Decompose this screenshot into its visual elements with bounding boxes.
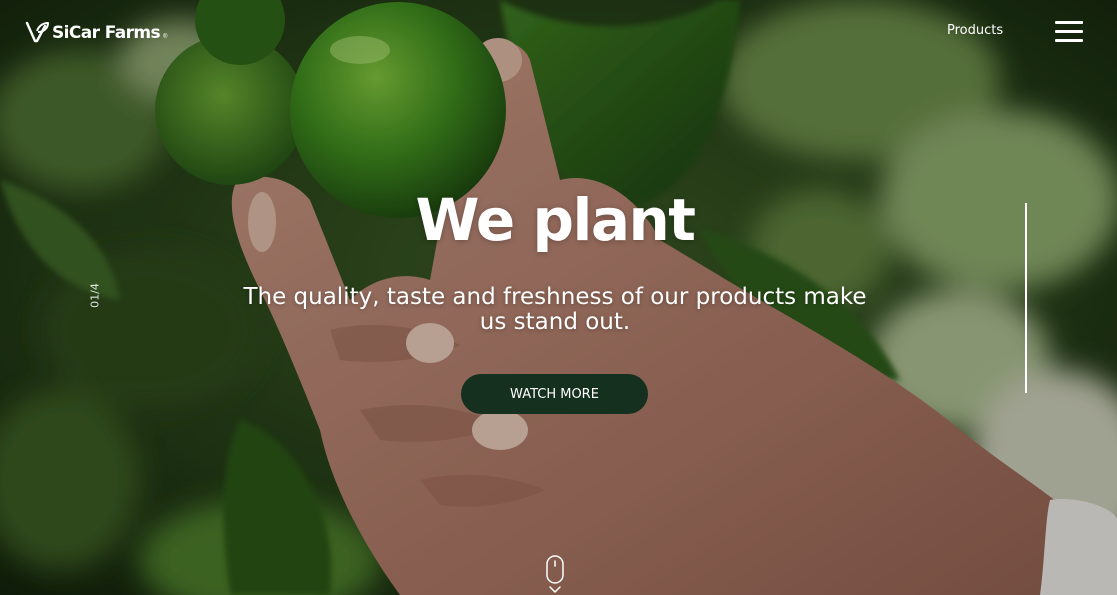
slide-progress-fill [1025, 203, 1027, 393]
hero-title: We plant [415, 186, 697, 254]
hero-section: SiCar Farms ® Products 01/4 We plant The… [0, 0, 1117, 595]
nav-products-link[interactable]: Products [947, 23, 1003, 38]
logo-text: SiCar Farms [52, 23, 161, 43]
sicar-farms-logo[interactable]: SiCar Farms ® [24, 20, 167, 46]
leaf-logo-icon [25, 21, 49, 43]
mouse-scroll-icon[interactable] [545, 555, 565, 595]
hero-subtitle: The quality, taste and freshness of our … [243, 284, 867, 335]
slide-progress-bar [1025, 203, 1027, 393]
menu-line-middle [1055, 30, 1083, 33]
watch-more-button[interactable]: WATCH MORE [461, 374, 648, 414]
logo-registered-mark: ® [163, 34, 168, 40]
hamburger-menu-icon[interactable] [1055, 21, 1083, 43]
slide-counter: 01/4 [88, 283, 102, 308]
menu-line-bottom [1055, 39, 1083, 42]
menu-line-top [1055, 21, 1083, 24]
